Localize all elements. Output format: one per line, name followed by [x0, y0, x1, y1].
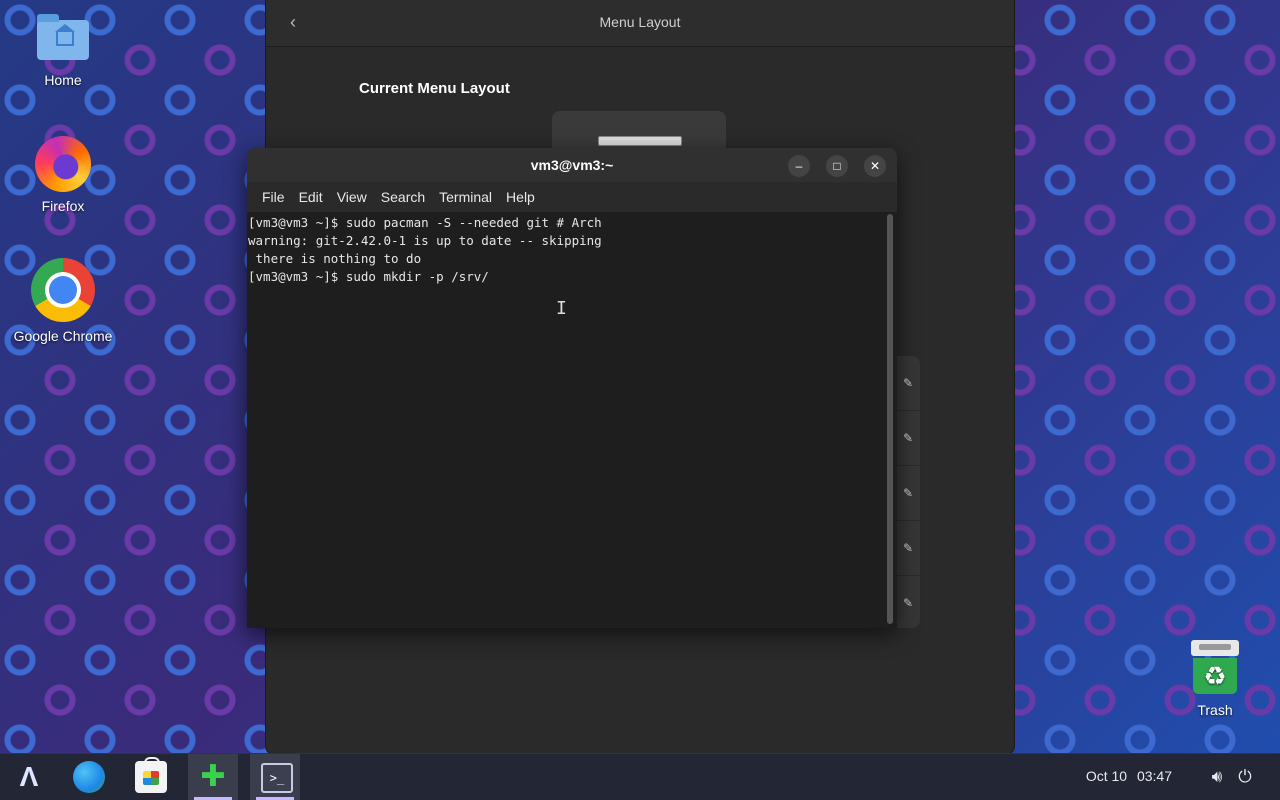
desktop-icon-label: Home [44, 72, 82, 88]
settings-header: ‹ Menu Layout [266, 0, 1014, 47]
edit-icon[interactable]: ✎ [896, 521, 920, 576]
desktop-icon-label: Trash [1197, 702, 1233, 718]
edit-icon[interactable]: ✎ [896, 466, 920, 521]
trash-icon: ♻ [1191, 640, 1239, 696]
browser-icon [73, 761, 105, 793]
desktop-icon-trash[interactable]: ♻ Trash [1160, 640, 1270, 718]
menu-file[interactable]: File [255, 182, 292, 212]
edit-icon[interactable]: ✎ [896, 576, 920, 630]
minimize-button[interactable]: – [788, 155, 810, 177]
edit-icon[interactable]: ✎ [896, 411, 920, 466]
desktop-icon-firefox[interactable]: Firefox [8, 136, 118, 214]
maximize-button[interactable]: □ [826, 155, 848, 177]
volume-icon[interactable]: 🔊︎ [1206, 766, 1228, 788]
desktop-icon-chrome[interactable]: Google Chrome [8, 258, 118, 344]
clock[interactable]: Oct 10 03:47 [1086, 768, 1172, 784]
desktop-icon-label: Google Chrome [13, 328, 113, 344]
menu-edit[interactable]: Edit [292, 182, 330, 212]
software-store-icon [135, 757, 167, 793]
taskbar-software-store[interactable] [126, 754, 176, 800]
clock-time: 03:47 [1136, 768, 1172, 784]
menu-layout-list: ✎ ✎ ✎ ✎ ✎ [896, 356, 920, 628]
terminal-titlebar[interactable]: vm3@vm3:~ – □ ✕ [247, 148, 897, 182]
menu-search[interactable]: Search [374, 182, 432, 212]
terminal-line: there is nothing to do [248, 251, 422, 266]
app-menu-button[interactable]: Λ [4, 754, 54, 800]
text-cursor-icon: I [556, 298, 567, 319]
arch-menu-icon: Λ [19, 761, 39, 792]
terminal-icon: >_ [261, 763, 293, 793]
menu-help[interactable]: Help [499, 182, 542, 212]
power-icon[interactable]: ⏻ [1234, 766, 1256, 788]
menu-terminal[interactable]: Terminal [432, 182, 499, 212]
terminal-line: [vm3@vm3 ~]$ sudo mkdir -p /srv/ [248, 269, 489, 284]
taskbar-browser[interactable] [64, 754, 114, 800]
terminal-window: vm3@vm3:~ – □ ✕ File Edit View Search Te… [247, 148, 897, 628]
menu-view[interactable]: View [330, 182, 374, 212]
terminal-scrollbar[interactable] [887, 214, 893, 624]
terminal-line: [vm3@vm3 ~]$ sudo pacman -S --needed git… [248, 215, 602, 230]
section-title: Current Menu Layout [359, 80, 510, 97]
terminal-menubar: File Edit View Search Terminal Help [247, 182, 897, 212]
edit-icon[interactable]: ✎ [896, 356, 920, 411]
taskbar: Λ ✚ >_ Oct 10 03:47 🔊︎ ⏻ [0, 753, 1280, 800]
terminal-output[interactable]: [vm3@vm3 ~]$ sudo pacman -S --needed git… [247, 212, 883, 628]
settings-title: Menu Layout [599, 14, 681, 30]
preview-search-bar [598, 136, 682, 146]
taskbar-terminal[interactable]: >_ [250, 754, 300, 800]
home-folder-icon [35, 10, 91, 66]
extensions-icon: ✚ [200, 760, 226, 793]
terminal-line: warning: git-2.42.0-1 is up to date -- s… [248, 233, 602, 248]
desktop-icon-label: Firefox [41, 198, 85, 214]
firefox-icon [35, 136, 91, 192]
desktop-icon-home[interactable]: Home [8, 10, 118, 88]
clock-date: Oct 10 [1085, 768, 1128, 784]
chrome-icon [31, 258, 95, 322]
close-button[interactable]: ✕ [864, 155, 886, 177]
taskbar-extensions[interactable]: ✚ [188, 754, 238, 800]
